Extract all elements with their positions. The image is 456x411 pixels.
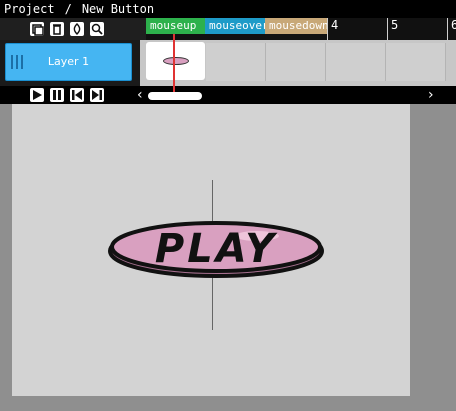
timeline-header: mouseup mouseover mousedown 4 5 6 [146,18,456,40]
keyframe-1[interactable] [146,42,205,80]
frame-cell[interactable] [266,43,326,81]
frame-cell[interactable] [326,43,386,81]
playhead[interactable] [173,34,175,92]
onion-skin-icon[interactable] [70,22,84,36]
frames-strip [140,40,456,86]
play-button-graphic[interactable]: PLAY [107,220,325,278]
layer-row[interactable]: Layer 1 [5,43,132,81]
frame-number-4[interactable]: 4 [327,18,338,40]
play-button-label: PLAY [154,226,278,272]
step-forward-icon[interactable] [90,88,104,102]
playback-controls: ‹ › [0,86,456,104]
frame-number-5[interactable]: 5 [387,18,398,40]
scroll-right-icon[interactable]: › [428,87,434,103]
play-icon[interactable] [30,88,44,102]
pause-icon[interactable] [50,88,64,102]
timeline-tools [0,18,146,40]
frame-label-mousedown[interactable]: mousedown [265,18,329,34]
add-layer-icon[interactable] [30,22,44,36]
frame-label-mouseover[interactable]: mouseover [205,18,269,34]
keyframe-thumbnail [163,57,189,65]
breadcrumb: Project / New Button [0,0,456,18]
delete-layer-icon[interactable] [50,22,64,36]
breadcrumb-project[interactable]: Project [4,2,55,16]
frame-cell[interactable] [206,43,266,81]
layer-name: Layer 1 [47,55,90,68]
breadcrumb-current: New Button [81,2,155,16]
frame-label-mouseup[interactable]: mouseup [146,18,205,34]
layers-panel: Layer 1 [0,40,140,86]
breadcrumb-separator: / [64,2,72,16]
frame-number-6[interactable]: 6 [447,18,456,40]
frame-cell[interactable] [386,43,446,81]
zoom-icon[interactable] [90,22,104,36]
step-back-icon[interactable] [70,88,84,102]
scroll-left-icon[interactable]: ‹ [137,87,143,103]
timeline-scrollbar-thumb[interactable] [148,92,202,100]
